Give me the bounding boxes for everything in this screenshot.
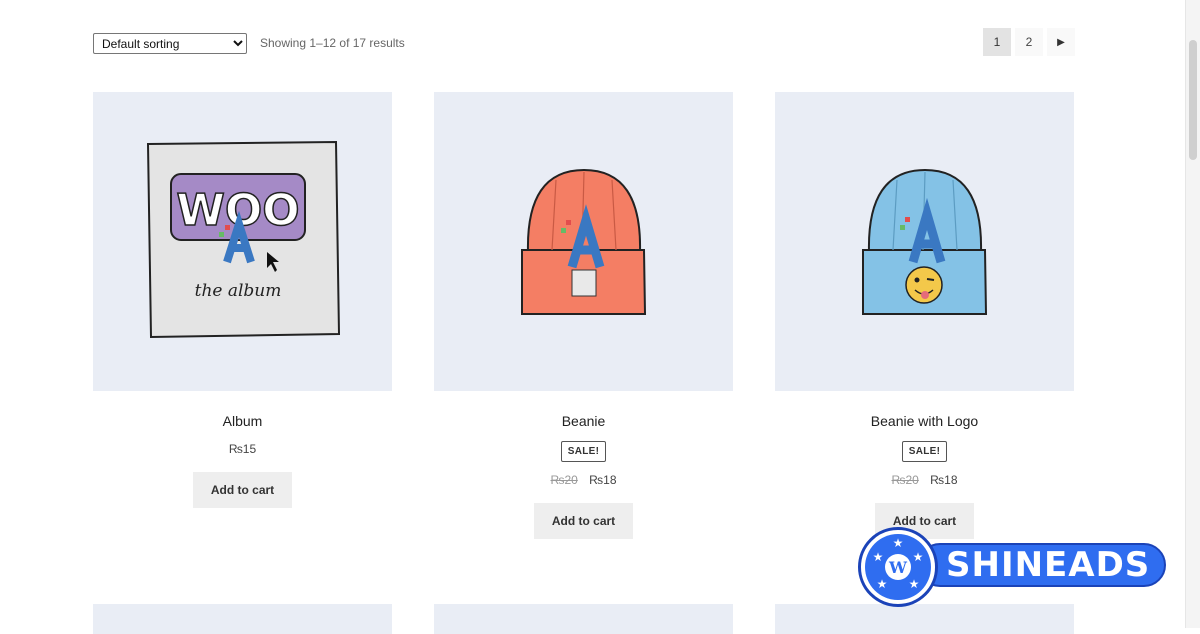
shop-toolbar: Default sorting Showing 1–12 of 17 resul… — [93, 28, 1075, 59]
page-1-current: 1 — [983, 28, 1011, 56]
scrollbar-thumb[interactable] — [1189, 40, 1197, 160]
product-title[interactable]: Beanie — [434, 413, 733, 431]
product-price: ₨20 ₨18 — [434, 473, 733, 487]
svg-text:★: ★ — [877, 577, 888, 591]
product-card-album: WOO the album Album ₨15 Add to cart — [93, 92, 392, 508]
svg-text:★: ★ — [873, 550, 884, 564]
add-to-cart-button[interactable]: Add to cart — [533, 503, 634, 539]
current-price: ₨18 — [930, 473, 958, 487]
product-card-row2-1[interactable] — [93, 604, 392, 634]
svg-text:W: W — [888, 558, 908, 577]
pagination: 1 2 ▶ — [983, 28, 1075, 56]
product-title[interactable]: Beanie with Logo — [775, 413, 1074, 431]
product-image-beanie[interactable] — [434, 92, 733, 391]
blue-beanie-with-logo — [862, 168, 988, 315]
page-scrollbar[interactable] — [1185, 0, 1200, 628]
current-price: ₨15 — [228, 442, 257, 456]
svg-text:★: ★ — [909, 577, 920, 591]
product-card-beanie: Beanie SALE! ₨20 ₨18 Add to cart — [434, 92, 733, 539]
orange-beanie — [521, 168, 647, 315]
product-card-row2-3[interactable] — [775, 604, 1074, 634]
next-page-button[interactable]: ▶ — [1047, 28, 1075, 56]
current-price: ₨18 — [589, 473, 617, 487]
woo-album-art: WOO the album — [146, 140, 341, 339]
svg-text:★: ★ — [913, 550, 924, 564]
product-image-beanie-with-logo[interactable] — [775, 92, 1074, 391]
watermark-text: SHINEADS — [946, 545, 1151, 585]
product-price: ₨20 ₨18 — [775, 473, 1074, 487]
sale-badge: SALE! — [901, 441, 948, 462]
result-count: Showing 1–12 of 17 results — [260, 36, 405, 50]
add-to-cart-button[interactable]: Add to cart — [192, 472, 293, 508]
sale-badge: SALE! — [560, 441, 607, 462]
album-subtitle: the album — [195, 281, 282, 301]
old-price: ₨20 — [550, 473, 578, 487]
page-2-link[interactable]: 2 — [1015, 28, 1043, 56]
svg-text:★: ★ — [893, 536, 904, 550]
product-title[interactable]: Album — [93, 413, 392, 431]
sort-select[interactable]: Default sorting — [93, 33, 247, 54]
product-card-row2-2[interactable] — [434, 604, 733, 634]
old-price: ₨20 — [891, 473, 919, 487]
product-image-album[interactable]: WOO the album — [93, 92, 392, 391]
product-price: ₨15 — [93, 442, 392, 456]
shineads-watermark: SHINEADS W ★ ★ ★ ★ ★ — [858, 527, 1168, 607]
wordpress-stars-logo-icon: W ★ ★ ★ ★ ★ — [858, 527, 938, 607]
triangle-right-icon: ▶ — [1057, 36, 1065, 48]
product-card-beanie-with-logo: Beanie with Logo SALE! ₨20 ₨18 Add to ca… — [775, 92, 1074, 539]
